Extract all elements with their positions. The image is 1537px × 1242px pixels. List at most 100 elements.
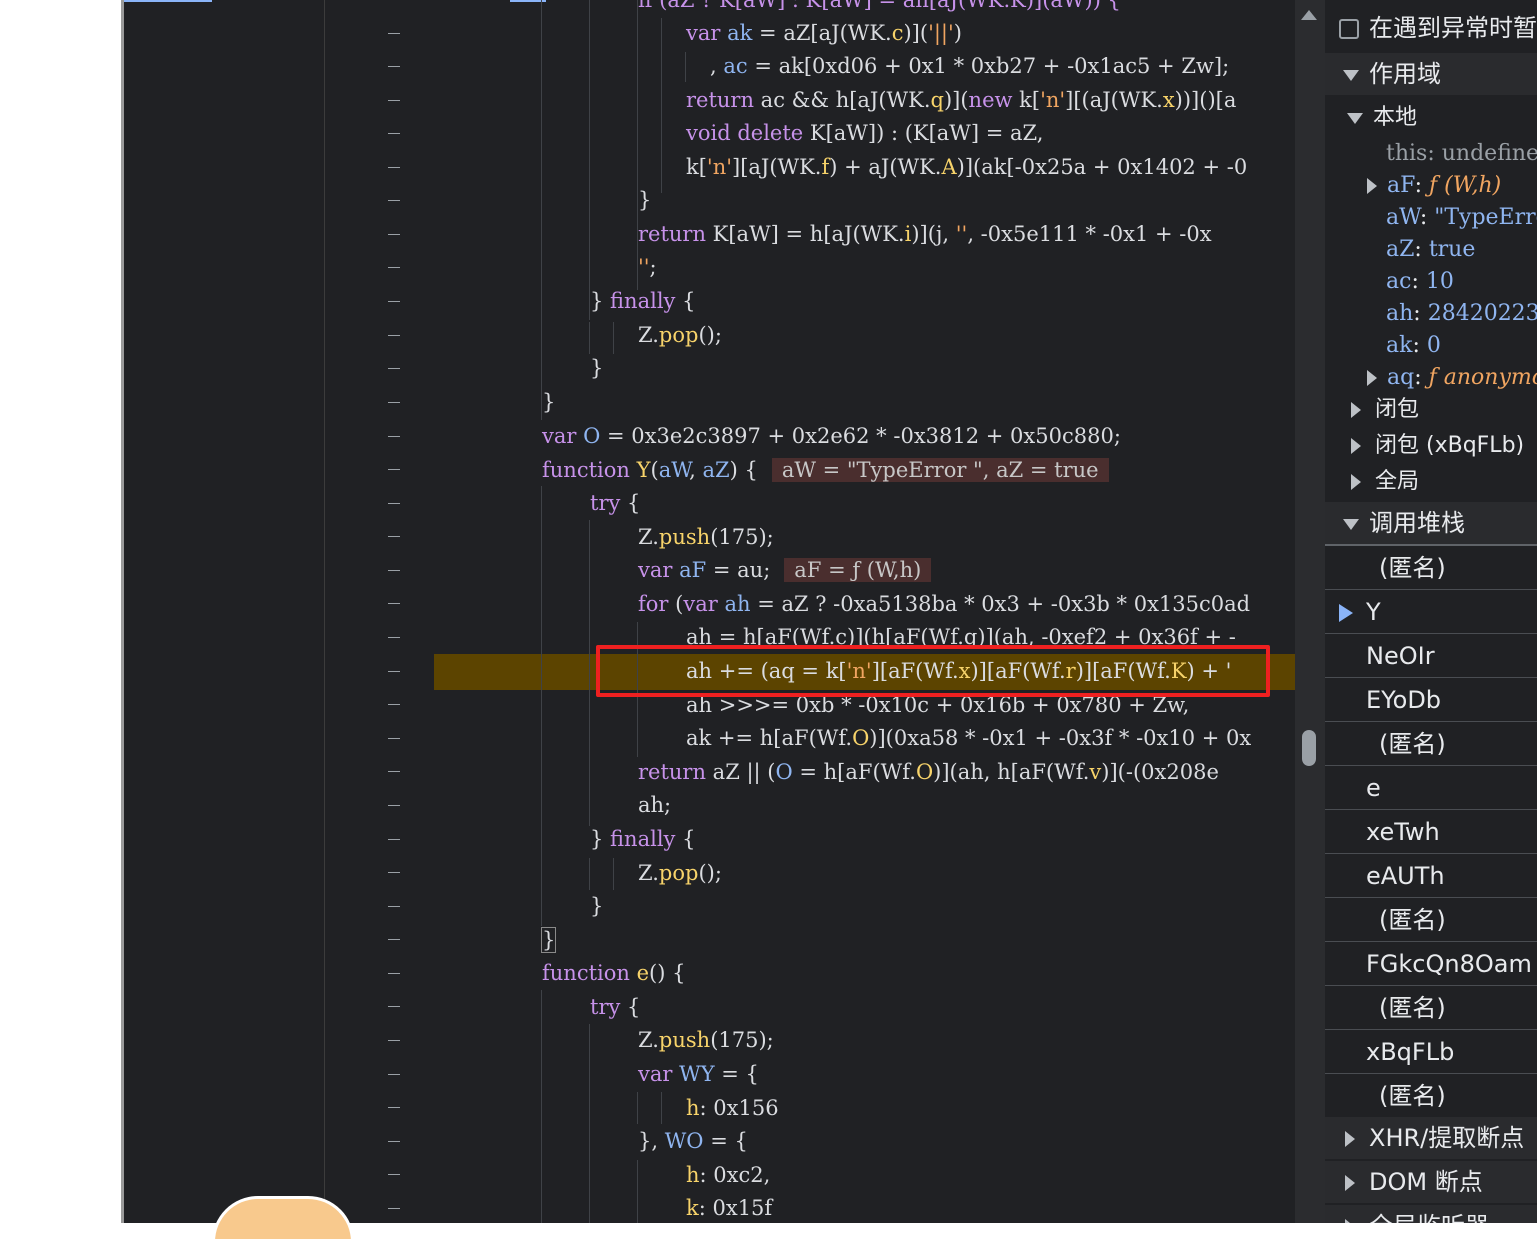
scope-var-aq[interactable]: aq: ƒ anonymous: [1325, 360, 1537, 396]
indent-guide: [589, 520, 590, 826]
code-editor[interactable]: if (aZ ? K[aW] : K[aW] = ah[aJ(WK.K)](aW…: [124, 0, 1295, 1223]
code-token: (: [650, 458, 659, 482]
line-marker: [388, 939, 400, 940]
scope-var-aZ[interactable]: aZ: true: [1386, 232, 1537, 268]
code-line[interactable]: }: [542, 386, 555, 419]
code-token: ,: [710, 54, 724, 78]
dom-breakpoints-header[interactable]: DOM 断点: [1325, 1161, 1537, 1203]
code-line[interactable]: }: [590, 890, 603, 923]
call-stack-section-header[interactable]: 调用堆栈: [1325, 502, 1537, 546]
code-token: Z.: [638, 861, 659, 885]
code-line[interactable]: , ac = ak[0xd06 + 0x1 * 0xb27 + -0x1ac5 …: [710, 50, 1229, 83]
call-stack-frame[interactable]: (匿名): [1325, 898, 1537, 942]
code-line[interactable]: return ac && h[aJ(WK.q)](new k['n'][(aJ(…: [686, 84, 1236, 117]
call-stack-frame-current[interactable]: Y: [1325, 590, 1537, 634]
scope-section-header[interactable]: 作用域: [1325, 53, 1537, 95]
code-line[interactable]: try {: [590, 487, 640, 520]
method-token: pop: [658, 323, 699, 347]
code-line[interactable]: void delete K[aW]) : (K[aW] = aZ,: [686, 117, 1043, 150]
call-stack-frame[interactable]: eAUTh: [1325, 854, 1537, 898]
keyword-token: void delete: [686, 121, 804, 145]
code-line[interactable]: if (aZ ? K[aW] : K[aW] = ah[aJ(WK.K)](aW…: [638, 0, 1121, 17]
code-line[interactable]: h: 0xc2,: [686, 1159, 770, 1192]
call-stack-frame[interactable]: FGkcQn8Oam: [1325, 942, 1537, 986]
code-line[interactable]: function e() {: [542, 957, 685, 990]
code-token: )](-(0x208e: [1101, 760, 1219, 784]
call-stack-frame[interactable]: (匿名): [1325, 986, 1537, 1030]
call-stack-frame[interactable]: (匿名): [1325, 546, 1537, 590]
scope-var-aF[interactable]: aF: ƒ (W,h): [1325, 168, 1537, 204]
frame-name: eAUTh: [1366, 862, 1445, 890]
keyword-token: return: [686, 88, 754, 112]
keyword-token: function: [542, 458, 630, 482]
line-marker: [388, 570, 400, 571]
code-token: }: [590, 894, 604, 918]
scope-var-aW[interactable]: aW: "TypeError: [1386, 200, 1537, 236]
code-line[interactable]: '';: [638, 251, 657, 284]
code-line[interactable]: ak += h[aF(Wf.O)](0xa58 * -0x1 + -0x3f *…: [686, 722, 1251, 755]
editor-scrollbar[interactable]: [1295, 0, 1325, 1223]
code-token: ][(aJ(WK.: [1065, 88, 1163, 112]
closure-xbqflb-toggle[interactable]: 闭包 (xBqFLb): [1325, 428, 1537, 464]
line-marker: [388, 368, 400, 369]
code-token: {: [675, 289, 696, 313]
global-listeners-header[interactable]: 全局监听器: [1325, 1205, 1537, 1223]
code-line[interactable]: } finally {: [590, 823, 695, 856]
code-line[interactable]: return K[aW] = h[aJ(WK.i)](j, '', -0x5e1…: [638, 218, 1212, 251]
code-line[interactable]: var aF = au; aF = ƒ (W,h): [638, 554, 932, 587]
code-line[interactable]: try {: [590, 991, 640, 1024]
var-name: ak: [1386, 333, 1413, 358]
call-stack-frame[interactable]: NeOIr: [1325, 634, 1537, 678]
code-line[interactable]: Z.push(175);: [638, 521, 774, 554]
code-line[interactable]: h: 0x156: [686, 1092, 779, 1125]
code-line[interactable]: var O = 0x3e2c3897 + 0x2e62 * -0x3812 + …: [542, 420, 1121, 453]
code-line[interactable]: k: 0x15f: [686, 1192, 772, 1223]
code-line[interactable]: return aZ || (O = h[aF(Wf.O)](ah, h[aF(W…: [638, 756, 1219, 789]
closure-scope-toggle[interactable]: 闭包: [1325, 392, 1537, 428]
xhr-breakpoints-header[interactable]: XHR/提取断点: [1325, 1117, 1537, 1159]
code-line[interactable]: function Y(aW, aZ) {aW = "TypeError ", a…: [542, 454, 1109, 487]
call-stack-frame[interactable]: e: [1325, 766, 1537, 810]
code-line[interactable]: Z.push(175);: [638, 1024, 774, 1057]
line-marker: [388, 603, 400, 604]
local-scope-toggle[interactable]: 本地: [1325, 100, 1537, 136]
indent-guide: [589, 322, 590, 354]
code-line[interactable]: k['n'][aJ(WK.f) + aJ(WK.A)](ak[-0x25a + …: [686, 151, 1247, 184]
code-line[interactable]: } finally {: [590, 285, 695, 318]
identifier-token: ac: [723, 54, 748, 78]
call-stack-frame[interactable]: xBqFLb: [1325, 1030, 1537, 1074]
scrollbar-thumb[interactable]: [1302, 730, 1316, 766]
call-stack-frame[interactable]: (匿名): [1325, 722, 1537, 766]
code-line[interactable]: }: [590, 352, 603, 385]
scope-var-ah[interactable]: ah: 284202237: [1386, 296, 1537, 332]
code-line[interactable]: for (var ah = aZ ? -0xa5138ba * 0x3 + -0…: [638, 588, 1250, 621]
line-marker: [388, 1040, 400, 1041]
call-stack-frame[interactable]: EYoDb: [1325, 678, 1537, 722]
code-line[interactable]: }: [540, 924, 557, 957]
call-stack-frame[interactable]: (匿名): [1325, 1074, 1537, 1118]
scope-var-ac[interactable]: ac: 10: [1386, 264, 1537, 300]
code-line[interactable]: }: [638, 184, 651, 217]
keyword-token: var: [638, 558, 673, 582]
method-token: pop: [658, 861, 699, 885]
call-stack-frame[interactable]: xeTwh: [1325, 810, 1537, 854]
code-token: )](: [903, 21, 929, 45]
expand-triangle-icon: [1345, 1175, 1355, 1191]
code-line[interactable]: Z.pop();: [638, 319, 722, 352]
code-line[interactable]: }, WO = {: [638, 1125, 748, 1158]
scope-var-ak[interactable]: ak: 0: [1386, 328, 1537, 364]
scope-var-this[interactable]: this: undefined: [1386, 136, 1537, 172]
code-line[interactable]: Z.pop();: [638, 857, 722, 890]
code-line[interactable]: var ak = aZ[aJ(WK.c)]('||'): [686, 17, 962, 50]
code-token: )](ak[-0x25a + 0x1402 + -0: [956, 155, 1248, 179]
code-line[interactable]: var WY = {: [638, 1058, 759, 1091]
pause-on-exceptions-checkbox[interactable]: [1339, 19, 1359, 39]
line-marker: [388, 704, 400, 705]
pause-on-exceptions-option[interactable]: 在遇到异常时暂: [1325, 8, 1537, 48]
code-line[interactable]: ah;: [638, 789, 671, 822]
code-token: ak += h[aF(Wf.: [686, 726, 853, 750]
scroll-up-arrow-icon[interactable]: [1301, 10, 1317, 20]
left-panel-blank: [0, 0, 123, 1223]
global-scope-toggle[interactable]: 全局: [1325, 464, 1537, 500]
tab-indicator: [124, 0, 212, 2]
